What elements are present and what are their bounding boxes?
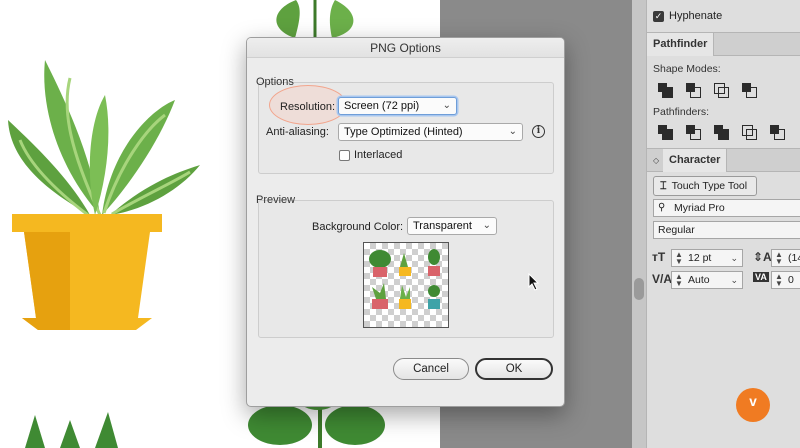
touch-type-button[interactable]: ⌶ Touch Type Tool — [653, 176, 757, 196]
divide-icon[interactable] — [657, 124, 673, 140]
touch-type-icon: ⌶ — [660, 179, 667, 192]
mouse-cursor-icon — [528, 273, 540, 291]
brand-logo-icon: ᵛ — [736, 388, 770, 422]
hyphenate-row[interactable]: ✓ Hyphenate — [653, 10, 722, 22]
font-family-field[interactable]: ⚲ Myriad Pro — [653, 199, 800, 217]
resolution-value: Screen (72 ppi) — [344, 100, 420, 112]
leading-value: (14 — [788, 252, 800, 264]
kerning-field[interactable]: ▲ ▼ Auto ⌄ — [671, 271, 743, 289]
kerning-value: Auto — [688, 274, 710, 286]
antialias-value: Type Optimized (Hinted) — [344, 126, 463, 138]
tracking-icon: VA — [753, 272, 769, 282]
touch-type-label: Touch Type Tool — [671, 180, 748, 192]
font-style-value: Regular — [658, 224, 695, 236]
background-color-value: Transparent — [413, 220, 472, 232]
chevron-down-icon[interactable]: ⌄ — [730, 272, 738, 288]
dialog-title: PNG Options — [247, 38, 564, 58]
cancel-button[interactable]: Cancel — [393, 358, 469, 380]
ok-button[interactable]: OK — [475, 358, 553, 380]
collapse-arrow-icon[interactable]: ◇ — [653, 156, 659, 165]
leading-icon: ⇕A — [753, 250, 772, 264]
chevron-down-icon: ⌄ — [442, 100, 451, 111]
resolution-select[interactable]: Screen (72 ppi) ⌄ — [338, 97, 457, 115]
pathfinders-row — [657, 124, 785, 140]
resolution-label: Resolution: — [280, 101, 336, 113]
leading-field[interactable]: ▲▼ (14 — [771, 249, 800, 267]
outline-icon[interactable] — [769, 124, 785, 140]
options-group-title: Options — [256, 76, 294, 88]
background-color-label: Background Color: — [312, 221, 404, 233]
shape-modes-label: Shape Modes: — [653, 63, 721, 75]
interlaced-checkbox[interactable] — [339, 150, 350, 161]
search-icon: ⚲ — [658, 202, 666, 213]
font-style-field[interactable]: Regular — [653, 221, 800, 239]
font-size-field[interactable]: ▲ ▼ 12 pt ⌄ — [671, 249, 743, 267]
character-tabbar: ◇ Character — [647, 148, 800, 172]
interlaced-label: Interlaced — [354, 149, 403, 161]
chevron-down-icon: ⌄ — [508, 126, 517, 137]
pathfinder-tabbar: Pathfinder — [647, 32, 800, 56]
info-icon[interactable]: i — [532, 125, 545, 138]
panel-scroll-strip — [632, 0, 646, 448]
exclude-icon[interactable] — [741, 82, 757, 98]
preview-plants-image — [369, 249, 440, 309]
chevron-down-icon: ⌄ — [482, 220, 491, 231]
trim-icon[interactable] — [685, 124, 701, 140]
tracking-value: 0 — [788, 274, 794, 286]
scrollbar-thumb[interactable] — [634, 278, 644, 300]
font-size-value: 12 pt — [688, 252, 712, 264]
preview-thumbnail — [363, 242, 449, 328]
shape-modes-row — [657, 82, 757, 98]
intersect-icon[interactable] — [713, 82, 729, 98]
hyphenate-label: Hyphenate — [669, 10, 723, 22]
tracking-field[interactable]: ▲ ▼ 0 — [771, 271, 800, 289]
png-options-dialog: PNG Options Options Resolution: Screen (… — [246, 37, 565, 407]
background-color-select[interactable]: Transparent ⌄ — [407, 217, 497, 235]
font-size-icon: тT — [652, 250, 666, 264]
hyphenate-checkbox[interactable]: ✓ — [653, 10, 664, 22]
unite-icon[interactable] — [657, 82, 673, 98]
right-panel-dock: ✓ Hyphenate Pathfinder Shape Modes: Path… — [646, 0, 800, 448]
merge-icon[interactable] — [713, 124, 729, 140]
tab-pathfinder[interactable]: Pathfinder — [647, 33, 715, 56]
tab-character[interactable]: Character — [663, 149, 728, 172]
font-family-value: Myriad Pro — [674, 202, 725, 214]
minus-front-icon[interactable] — [685, 82, 701, 98]
chevron-down-icon[interactable]: ⌄ — [730, 250, 738, 266]
kerning-icon: V/A — [652, 272, 673, 286]
crop-icon[interactable] — [741, 124, 757, 140]
pathfinders-label: Pathfinders: — [653, 106, 710, 118]
antialias-select[interactable]: Type Optimized (Hinted) ⌄ — [338, 123, 523, 141]
preview-group-title: Preview — [256, 194, 296, 206]
antialias-label: Anti-aliasing: — [266, 126, 329, 138]
